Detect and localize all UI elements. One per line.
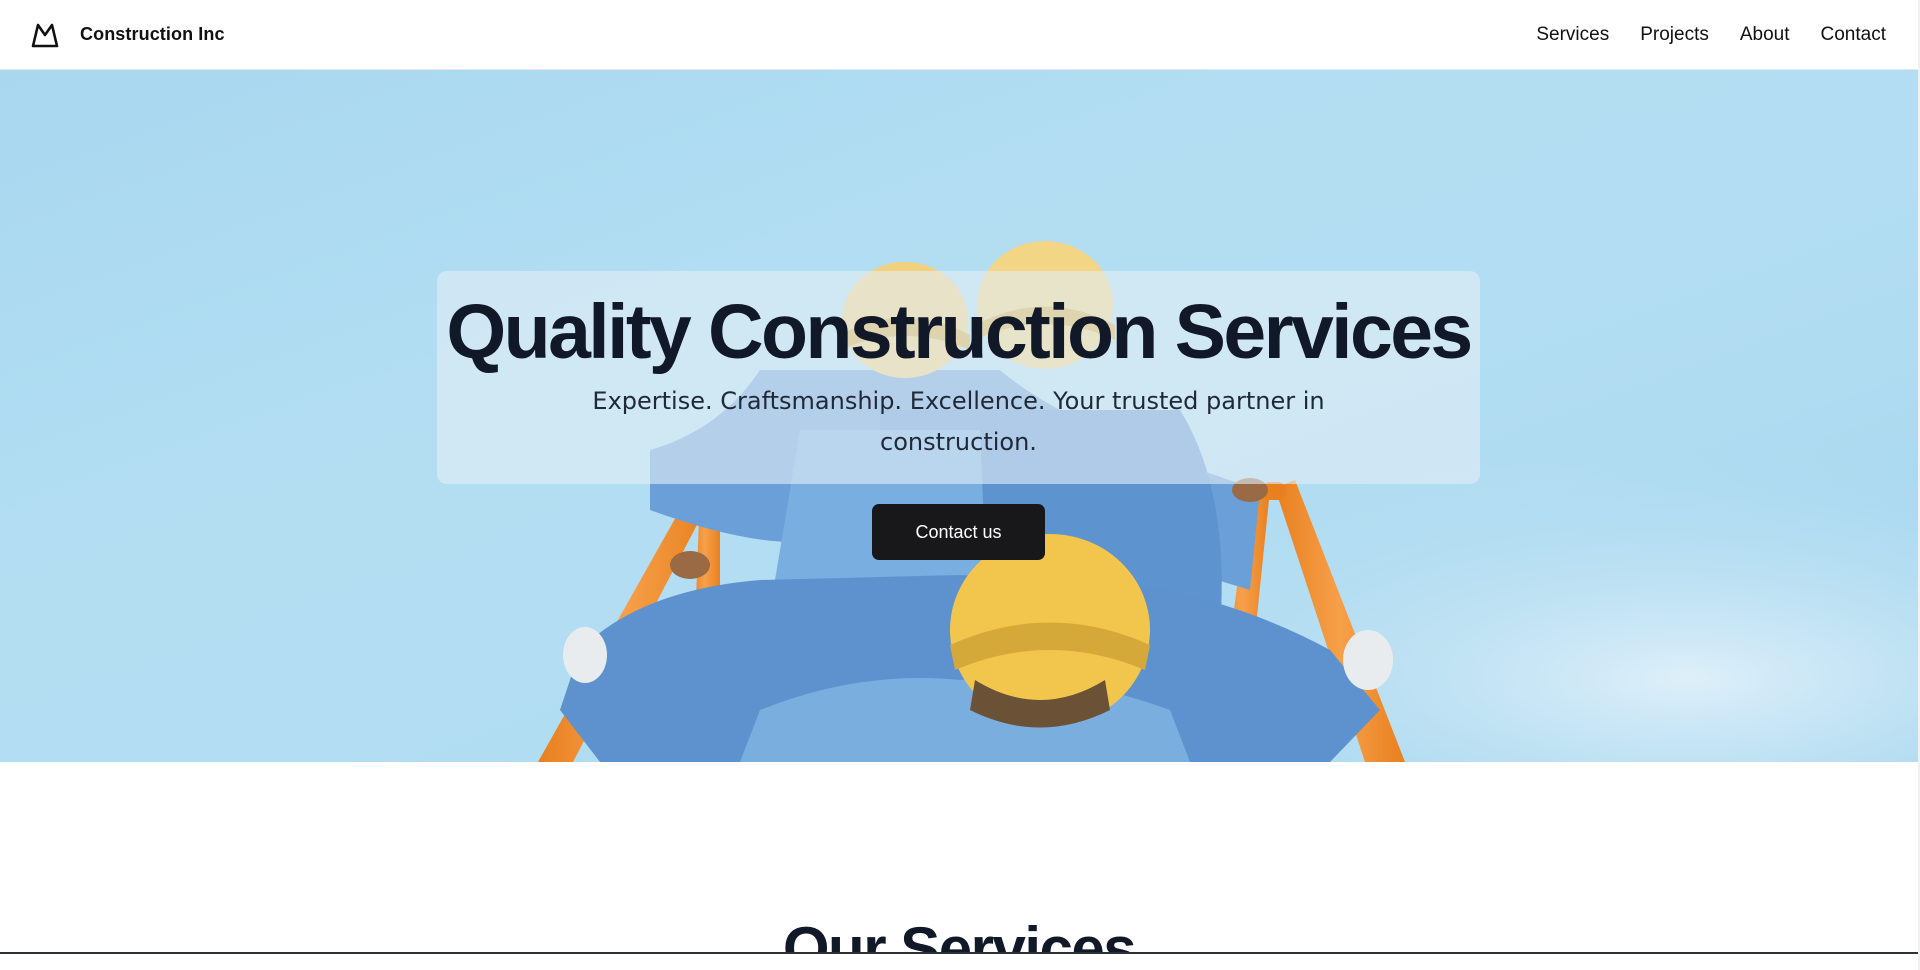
site-header: Construction Inc Services Projects About… bbox=[0, 0, 1918, 70]
page: Construction Inc Services Projects About… bbox=[0, 0, 1918, 970]
nav-link-about[interactable]: About bbox=[1740, 24, 1790, 46]
brand-name: Construction Inc bbox=[80, 24, 225, 44]
browser-viewport: Construction Inc Services Projects About… bbox=[0, 0, 1920, 970]
nav-link-contact[interactable]: Contact bbox=[1821, 24, 1886, 46]
nav-link-projects[interactable]: Projects bbox=[1640, 24, 1709, 46]
hero-section: Quality Construction Services Expertise.… bbox=[0, 70, 1918, 762]
contact-us-button[interactable]: Contact us bbox=[872, 504, 1045, 560]
hero-subtitle: Expertise. Craftsmanship. Excellence. Yo… bbox=[592, 387, 1325, 456]
hero-text-panel: Quality Construction Services Expertise.… bbox=[437, 271, 1480, 484]
services-section: Our Services bbox=[0, 762, 1918, 970]
section-divider bbox=[0, 952, 1918, 970]
mountain-icon bbox=[31, 23, 59, 47]
hero-title: Quality Construction Services bbox=[446, 289, 1473, 375]
nav-link-services[interactable]: Services bbox=[1536, 24, 1609, 46]
brand-link[interactable]: Construction Inc bbox=[30, 20, 225, 50]
main-nav: Services Projects About Contact bbox=[1505, 24, 1886, 46]
